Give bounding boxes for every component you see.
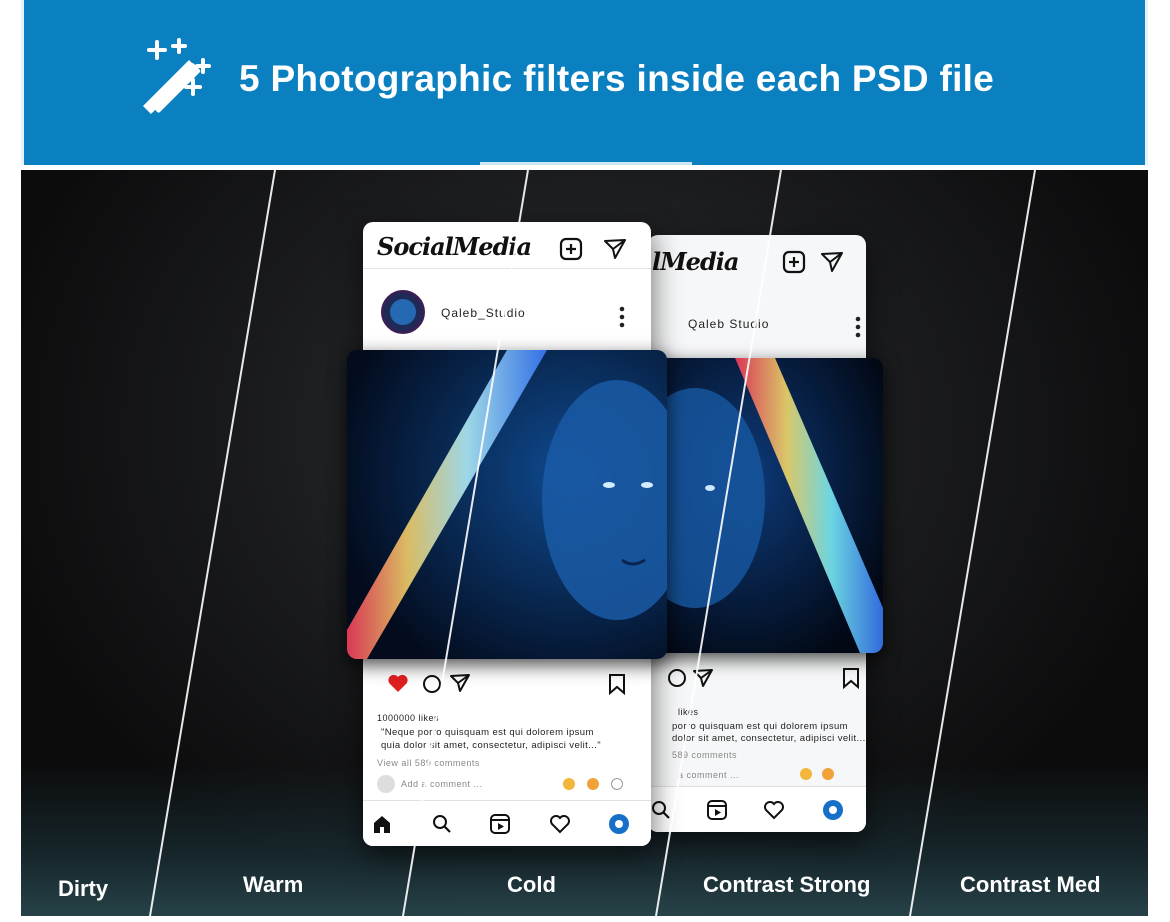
filter-label-contrast-med: Contrast Med <box>960 872 1101 897</box>
header-banner: 5 Photographic filters inside each PSD f… <box>21 0 1148 165</box>
filter-label-dirty: Dirty <box>58 876 109 901</box>
filter-label-contrast-strong: Contrast Strong <box>703 872 871 897</box>
banner-title: 5 Photographic filters inside each PSD f… <box>239 58 995 99</box>
filter-label-warm: Warm <box>243 872 304 897</box>
filter-preview-stage: lMedia Qaleb Studio likes porro quisquam… <box>21 170 1148 916</box>
filter-dividers <box>149 170 1036 916</box>
magic-wand-icon <box>143 38 211 114</box>
banner-underline <box>480 162 692 165</box>
filter-label-cold: Cold <box>507 872 556 897</box>
